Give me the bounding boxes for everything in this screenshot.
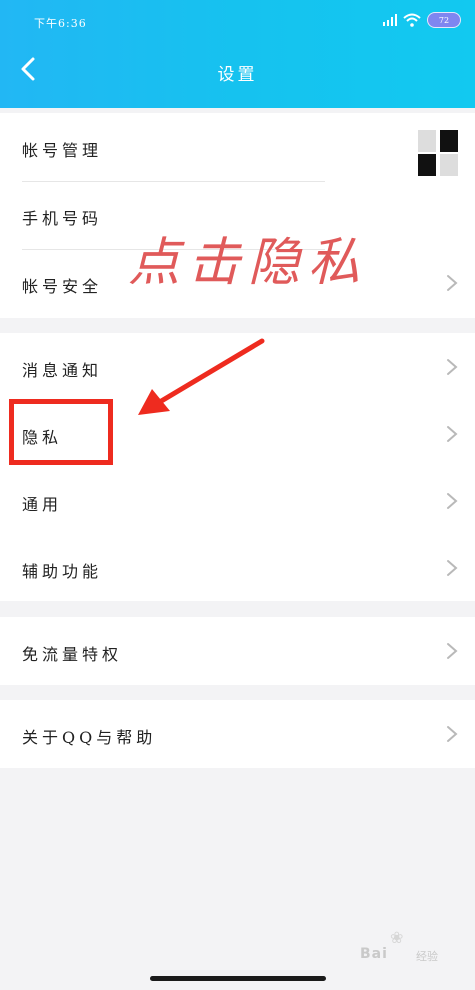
top-bar: 下午6:36 72 设置 bbox=[0, 0, 475, 108]
settings-item-account-management[interactable]: 帐号管理 bbox=[0, 113, 475, 181]
settings-item-label: 免流量特权 bbox=[22, 645, 123, 664]
annotation-text: 点击隐私 bbox=[128, 233, 369, 293]
page-title: 设置 bbox=[217, 65, 258, 85]
status-bar: 下午6:36 72 bbox=[0, 0, 475, 40]
settings-item-accessibility[interactable]: 辅助功能 bbox=[0, 534, 475, 602]
chevron-right-icon bbox=[447, 359, 458, 375]
battery-icon: 72 bbox=[427, 12, 461, 28]
settings-item-label: 帐号安全 bbox=[22, 277, 103, 296]
settings-item-label: 关于QQ与帮助 bbox=[22, 728, 157, 747]
qr-code-icon[interactable] bbox=[418, 130, 458, 176]
settings-item-general[interactable]: 通用 bbox=[0, 467, 475, 535]
chevron-right-icon bbox=[447, 493, 458, 509]
settings-item-about-help[interactable]: 关于QQ与帮助 bbox=[0, 700, 475, 768]
watermark-suffix: 经验 bbox=[416, 950, 438, 963]
watermark-brand: Bai bbox=[360, 946, 388, 962]
chevron-right-icon bbox=[447, 643, 458, 659]
annotation-highlight-box bbox=[9, 399, 113, 465]
chevron-right-icon bbox=[447, 726, 458, 742]
settings-item-label: 消息通知 bbox=[22, 361, 103, 380]
watermark: ❀ Bai 经验 bbox=[360, 928, 465, 970]
settings-item-label: 辅助功能 bbox=[22, 562, 103, 581]
signal-icon bbox=[383, 14, 397, 26]
settings-item-label: 通用 bbox=[22, 495, 63, 514]
paw-icon: ❀ bbox=[390, 928, 404, 947]
settings-item-label: 手机号码 bbox=[22, 209, 103, 228]
chevron-right-icon bbox=[447, 426, 458, 442]
settings-group-about: 关于QQ与帮助 bbox=[0, 700, 475, 768]
status-icons: 72 bbox=[383, 11, 461, 29]
wifi-icon bbox=[403, 13, 421, 27]
status-time: 下午6:36 bbox=[34, 17, 87, 30]
settings-item-free-data[interactable]: 免流量特权 bbox=[0, 617, 475, 685]
settings-item-label: 帐号管理 bbox=[22, 141, 103, 160]
chevron-right-icon bbox=[447, 275, 458, 291]
annotation-arrow-icon bbox=[138, 338, 265, 415]
chevron-right-icon bbox=[447, 560, 458, 576]
home-indicator[interactable] bbox=[150, 976, 326, 981]
settings-group-data: 免流量特权 bbox=[0, 617, 475, 685]
